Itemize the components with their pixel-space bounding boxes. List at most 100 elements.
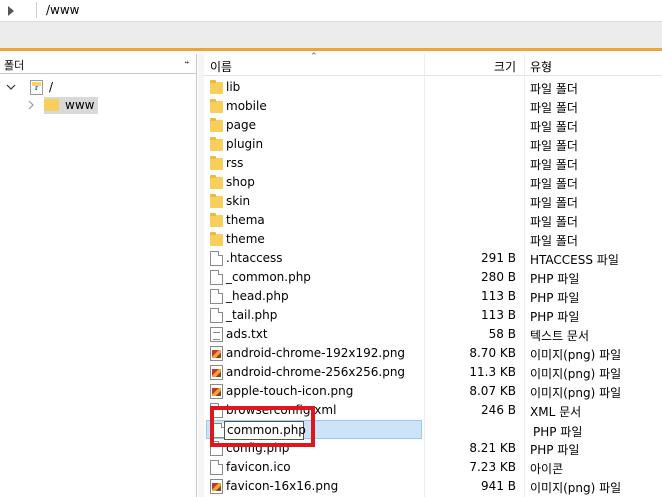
chevron-right-icon[interactable] <box>8 6 14 16</box>
image-file-icon <box>210 479 223 494</box>
file-row[interactable]: plugin 파일 폴더 <box>204 135 662 154</box>
file-icon <box>210 289 223 304</box>
image-file-icon <box>210 365 223 380</box>
file-size: 291 B <box>481 251 516 265</box>
file-row[interactable]: _tail.php 113 B PHP 파일 <box>204 306 662 325</box>
file-size: 246 B <box>481 403 516 417</box>
file-size: 8.70 KB <box>469 346 516 360</box>
file-name: favicon.ico <box>226 460 291 474</box>
file-name: _tail.php <box>226 308 278 322</box>
address-path[interactable]: /www <box>46 3 80 17</box>
accent-strip <box>0 48 662 51</box>
file-type: 파일 폴더 <box>530 234 578 248</box>
file-type: 이미지(png) 파일 <box>530 386 622 400</box>
pin-icon[interactable]: ⍅ <box>184 57 190 68</box>
folder-icon <box>210 137 223 151</box>
file-row[interactable]: .htaccess 291 B HTACCESS 파일 <box>204 249 662 268</box>
chevron-right-icon[interactable] <box>26 100 36 110</box>
folder-icon <box>210 80 223 94</box>
file-size: 941 B <box>481 479 516 493</box>
image-file-icon <box>210 384 223 399</box>
file-icon <box>210 308 223 323</box>
file-row[interactable]: _common.php 280 B PHP 파일 <box>204 268 662 287</box>
file-name: shop <box>226 175 255 189</box>
file-type: PHP 파일 <box>530 272 580 286</box>
file-type: 파일 폴더 <box>530 139 578 153</box>
folder-pane-title: 폴더 <box>4 59 25 72</box>
file-type: 이미지(png) 파일 <box>530 348 622 362</box>
file-size: 113 B <box>481 308 516 322</box>
file-row[interactable]: theme 파일 폴더 <box>204 230 662 249</box>
file-name: rss <box>226 156 244 170</box>
folder-icon <box>44 99 59 111</box>
file-type: XML 문서 <box>530 405 582 419</box>
file-row[interactable]: mobile 파일 폴더 <box>204 97 662 116</box>
toolbar <box>0 22 662 48</box>
file-row[interactable]: lib 파일 폴더 <box>204 78 662 97</box>
file-type: PHP 파일 <box>533 425 583 439</box>
column-type[interactable]: 유형 <box>530 58 552 75</box>
file-icon <box>210 270 223 285</box>
folder-icon <box>210 232 223 246</box>
chevron-down-icon[interactable] <box>6 82 16 92</box>
folder-icon <box>210 99 223 113</box>
address-separator <box>36 2 37 18</box>
file-type: HTACCESS 파일 <box>530 253 619 267</box>
file-row[interactable]: shop 파일 폴더 <box>204 173 662 192</box>
file-row[interactable]: rss 파일 폴더 <box>204 154 662 173</box>
address-bar[interactable]: /www <box>0 0 662 22</box>
folder-icon <box>210 194 223 208</box>
file-name: favicon-16x16.png <box>226 479 339 493</box>
file-row[interactable]: favicon.ico 7.23 KB 아이콘 <box>204 458 662 477</box>
sort-ascending-icon: ⌃ <box>310 52 318 62</box>
text-file-icon <box>210 327 223 342</box>
file-name: android-chrome-192x192.png <box>226 346 406 360</box>
file-row[interactable]: apple-touch-icon.png 8.07 KB 이미지(png) 파일 <box>204 382 662 401</box>
file-size: 113 B <box>481 289 516 303</box>
folder-icon <box>210 156 223 170</box>
rename-input[interactable]: common.php <box>224 421 306 440</box>
file-icon <box>210 251 223 266</box>
file-type: PHP 파일 <box>530 443 580 457</box>
file-name: _head.php <box>226 289 289 303</box>
column-size[interactable]: 크기 <box>494 58 516 75</box>
file-name: lib <box>226 80 241 94</box>
file-name: ads.txt <box>226 327 268 341</box>
file-row[interactable]: android-chrome-192x192.png 8.70 KB 이미지(png… <box>204 344 662 363</box>
file-name: .htaccess <box>226 251 283 265</box>
tree-item-root[interactable]: ? / <box>6 78 53 96</box>
file-type: 파일 폴더 <box>530 196 578 210</box>
file-name: _common.php <box>226 270 311 284</box>
file-type: 이미지(png) 파일 <box>530 481 622 495</box>
file-type: 파일 폴더 <box>530 120 578 134</box>
file-icon <box>210 460 223 475</box>
file-type: 파일 폴더 <box>530 101 578 115</box>
file-row[interactable]: skin 파일 폴더 <box>204 192 662 211</box>
file-row[interactable]: android-chrome-256x256.png 11.3 KB 이미지(png… <box>204 363 662 382</box>
tree-item-label: www <box>65 98 95 112</box>
file-type: 파일 폴더 <box>530 215 578 229</box>
file-name: skin <box>226 194 251 208</box>
column-name[interactable]: 이름 <box>210 58 232 75</box>
file-size: 280 B <box>481 270 516 284</box>
tree-item-www[interactable]: www <box>26 96 99 114</box>
folder-icon <box>210 175 223 189</box>
folder-pane-header: 폴더 ⍅ <box>0 54 196 74</box>
file-size: 11.3 KB <box>469 365 516 379</box>
file-type: 텍스트 문서 <box>530 329 590 343</box>
file-name: mobile <box>226 99 267 113</box>
file-type: 이미지(png) 파일 <box>530 367 622 381</box>
file-row[interactable]: page 파일 폴더 <box>204 116 662 135</box>
file-size: 7.23 KB <box>469 460 516 474</box>
unknown-drive-icon: ? <box>30 79 43 95</box>
file-name: thema <box>226 213 265 227</box>
file-row[interactable]: _head.php 113 B PHP 파일 <box>204 287 662 306</box>
file-row[interactable]: ads.txt 58 B 텍스트 문서 <box>204 325 662 344</box>
image-file-icon <box>210 346 223 361</box>
file-row[interactable]: favicon-16x16.png 941 B 이미지(png) 파일 <box>204 477 662 496</box>
folder-pane: 폴더 ⍅ ? / www <box>0 54 197 497</box>
file-row[interactable]: thema 파일 폴더 <box>204 211 662 230</box>
file-name: theme <box>226 232 265 246</box>
file-type: PHP 파일 <box>530 310 580 324</box>
column-header: 이름 ⌃ 크기 유형 <box>204 52 662 497</box>
